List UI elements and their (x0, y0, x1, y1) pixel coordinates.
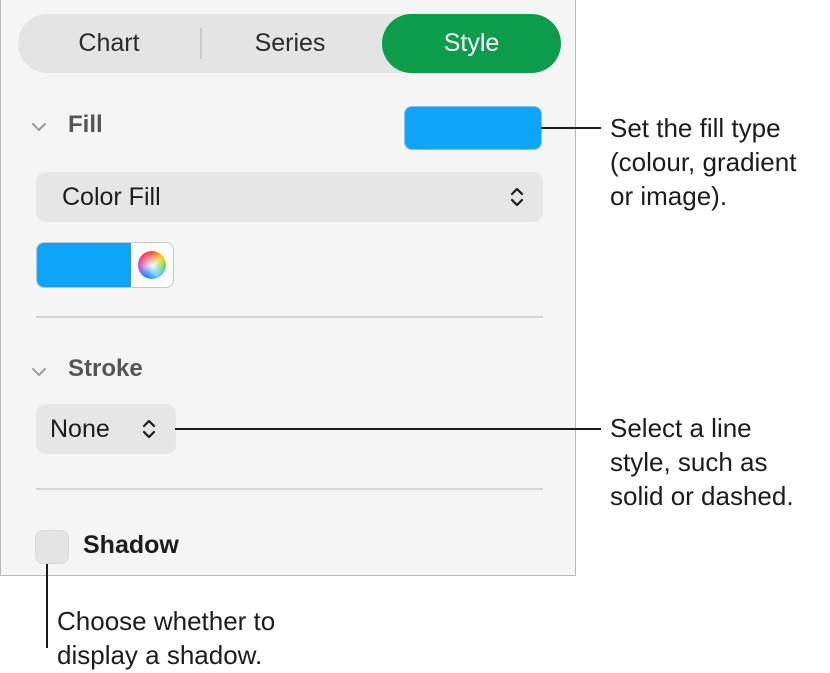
callout-line: style, such as (610, 447, 768, 477)
updown-chevron-icon (142, 419, 156, 439)
tab-series[interactable]: Series (200, 14, 380, 73)
fill-disclosure-chevron-icon[interactable] (30, 121, 48, 133)
inspector-tab-bar: Chart Series Style (18, 14, 561, 73)
stroke-section-title: Stroke (68, 355, 143, 382)
fill-callout-leader-line (541, 127, 601, 129)
shadow-checkbox[interactable] (35, 530, 69, 564)
shadow-label: Shadow (83, 531, 179, 559)
callout-line: Choose whether to (57, 606, 276, 636)
stroke-style-popup[interactable]: None (36, 404, 176, 454)
callout-line: display a shadow. (57, 640, 263, 670)
shadow-callout-leader-line (46, 564, 48, 648)
callout-line: Set the fill type (610, 113, 781, 143)
stroke-disclosure-chevron-icon[interactable] (30, 366, 48, 378)
fill-type-value: Color Fill (62, 183, 161, 211)
updown-chevron-icon (510, 187, 524, 207)
stroke-style-value: None (50, 415, 110, 443)
tab-chart[interactable]: Chart (18, 14, 200, 73)
section-divider (36, 316, 543, 318)
section-divider (36, 488, 543, 490)
fill-type-popup[interactable]: Color Fill (36, 172, 543, 222)
stroke-callout: Select a line style, such as solid or da… (610, 411, 794, 513)
fill-swatch-button[interactable] (404, 106, 542, 150)
format-sidebar: Chart Series Style Fill Color Fill Strok… (0, 0, 576, 576)
callout-line: solid or dashed. (610, 481, 794, 511)
fill-callout: Set the fill type (colour, gradient or i… (610, 111, 796, 213)
callout-line: (colour, gradient (610, 147, 797, 177)
callout-line: or image). (610, 181, 728, 211)
fill-color-swatch[interactable] (37, 243, 131, 287)
color-wheel-icon[interactable] (138, 251, 166, 279)
fill-section-title: Fill (68, 111, 103, 138)
fill-color-well[interactable] (36, 242, 174, 288)
tab-style[interactable]: Style (382, 14, 561, 73)
shadow-callout: Choose whether to display a shadow. (57, 604, 275, 672)
callout-line: Select a line (610, 413, 752, 443)
stroke-callout-leader-line (175, 428, 601, 430)
